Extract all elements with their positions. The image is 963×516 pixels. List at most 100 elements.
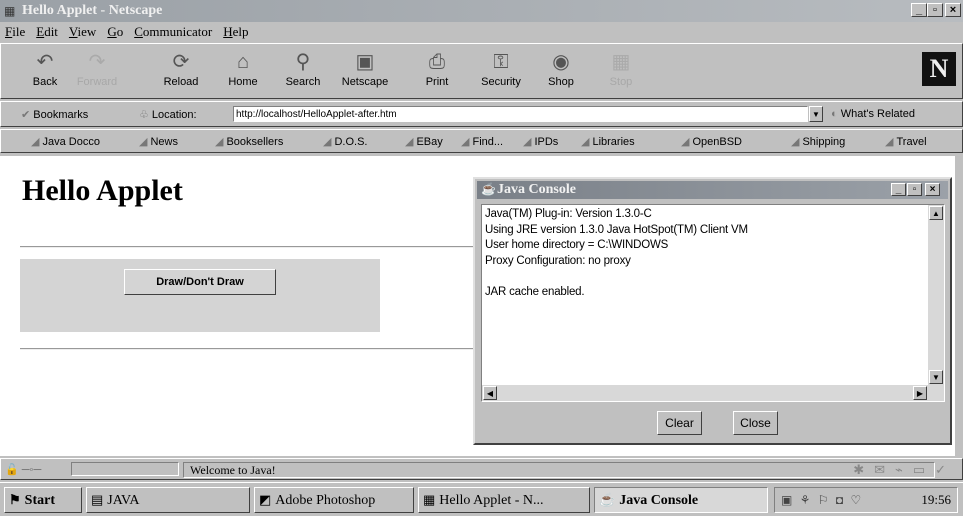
reload-button[interactable]: ⟳ Reload [155,48,207,96]
stop-label: Stop [609,76,633,88]
clear-button[interactable]: Clear [657,411,702,435]
back-button[interactable]: ↶ Back [19,48,71,96]
search-button[interactable]: ⚲ Search [277,48,329,96]
url-dropdown-button[interactable]: ▼ [809,106,823,122]
console-line: User home directory = C:\WINDOWS [485,239,669,252]
back-label: Back [32,76,58,88]
menu-view[interactable]: View [64,22,102,40]
close-button[interactable]: × [945,3,961,17]
bookmark-folder-icon: ◢ [139,136,148,148]
print-icon: ⎙ [429,51,445,73]
bookmark-folder-icon: ◢ [791,136,800,148]
applet-area[interactable]: Draw/Don't Draw [20,259,380,332]
personal-item[interactable]: ◢ Booksellers [215,135,283,148]
start-button[interactable]: ⚑ Start [4,487,82,513]
console-line: Using JRE version 1.3.0 Java HotSpot(TM)… [485,223,748,236]
photoshop-icon: ◩ [259,492,272,507]
personal-item[interactable]: ◢ Java Docco [31,135,100,148]
clock[interactable]: 19:56 [921,488,951,512]
bookmarks-button[interactable]: ✔ Bookmarks [21,108,88,121]
menu-file[interactable]: File [0,22,31,40]
personal-item[interactable]: ◢ News [139,135,178,148]
maximize-button[interactable]: ▫ [927,3,943,17]
netscape-logo[interactable]: N [922,52,956,86]
console-close-button[interactable]: × [925,183,940,196]
scroll-up-icon[interactable]: ▲ [929,206,943,220]
bookmark-folder-icon: ◢ [31,136,40,148]
personal-item-label: Find... [472,136,504,148]
menu-edit[interactable]: Edit [31,22,64,40]
taskbar-item-photoshop[interactable]: ◩ Adobe Photoshop [254,487,414,513]
forward-button[interactable]: ↷ Forward [71,48,123,96]
console-text: Java(TM) Plug-in: Version 1.3.0-C Using … [485,207,748,301]
stop-icon: ▦ [611,51,631,73]
scroll-right-icon[interactable]: ▶ [913,386,927,400]
home-button[interactable]: ⌂ Home [217,48,269,96]
security-button[interactable]: ⚿ Security [475,48,527,96]
bookmark-folder-icon: ◢ [461,136,470,148]
personal-item[interactable]: ◢ Travel [885,135,927,148]
bookmark-folder-icon: ◢ [581,136,590,148]
netscape-button[interactable]: ▣ Netscape [339,48,391,96]
console-line: Java(TM) Plug-in: Version 1.3.0-C [485,208,652,220]
console-horizontal-scrollbar[interactable]: ◀ ▶ [482,385,928,401]
whats-related-label: What's Related [840,108,915,120]
menu-communicator[interactable]: Communicator [129,22,218,40]
search-icon: ⚲ [295,51,311,73]
scroll-left-icon[interactable]: ◀ [483,386,497,400]
bookmark-folder-icon: ◢ [885,136,894,148]
console-vertical-scrollbar[interactable]: ▲ ▼ [928,205,944,401]
console-close-action-button[interactable]: Close [733,411,778,435]
console-output[interactable]: Java(TM) Plug-in: Version 1.3.0-C Using … [481,204,945,402]
personal-item[interactable]: ◢ EBay [405,135,443,148]
personal-item[interactable]: ◢ IPDs [523,135,558,148]
taskbar: ⚑ Start ▤ JAVA ◩ Adobe Photoshop ▦ Hello App… [0,482,963,516]
bookmark-icon: ✔ [21,109,34,121]
console-minimize-button[interactable]: _ [891,183,906,196]
personal-item-label: EBay [416,136,443,148]
print-button[interactable]: ⎙ Print [411,48,463,96]
stop-button[interactable]: ▦ Stop [595,48,647,96]
netscape-window-icon: ▦ [423,492,436,507]
menu-help[interactable]: Help [218,22,254,40]
progress-bar [71,462,179,476]
personal-item[interactable]: ◢ D.O.S. [323,135,367,148]
personal-item[interactable]: ◢ Shipping [791,135,845,148]
taskbar-item-java[interactable]: ▤ JAVA [86,487,250,513]
taskbar-item-hello-applet[interactable]: ▦ Hello Applet - N... [418,487,590,513]
bookmark-folder-icon: ◢ [405,136,414,148]
java-console-icon: ☕ [599,492,616,507]
system-tray: ▣ ⚘ ⚐ ◘ ♡ 19:56 [774,487,958,513]
personal-item-label: Libraries [592,136,635,148]
navigation-toolbar: ↶ Back ↷ Forward ⟳ Reload ⌂ Home ⚲ Search ▣ Ne… [0,43,963,99]
console-title-bar[interactable]: ☕ Java Console _ ▫ × [477,181,948,199]
security-lock-icon[interactable]: 🔓 ─◦─ [5,463,41,476]
personal-item[interactable]: ◢ Find... [461,135,503,148]
personal-item-label: OpenBSD [692,136,742,148]
scroll-down-icon[interactable]: ▼ [929,370,943,384]
menu-go[interactable]: Go [102,22,129,40]
home-label: Home [228,76,258,88]
home-icon: ⌂ [236,51,250,73]
start-label: Start [24,493,55,508]
whats-related-button[interactable]: ◐ What's Related [831,108,915,120]
window-title-bar[interactable]: ▦ Hello Applet - Netscape _ ▫ × [0,0,963,22]
taskbar-item-java-console[interactable]: ☕ Java Console [594,487,768,513]
console-maximize-button[interactable]: ▫ [907,183,922,196]
reload-icon: ⟳ [172,51,190,73]
tray-icons[interactable]: ▣ ⚘ ⚐ ◘ ♡ [781,488,863,512]
minimize-button[interactable]: _ [911,3,927,17]
personal-item-label: Travel [896,136,927,148]
personal-item[interactable]: ◢ OpenBSD [681,135,742,148]
whats-related-icon: ◐ [831,108,841,120]
url-input[interactable]: http://localhost/HelloApplet-after.htm [233,106,808,122]
bookmark-folder-icon: ◢ [323,136,332,148]
shop-button[interactable]: ◉ Shop [535,48,587,96]
personal-item[interactable]: ◢ Libraries [581,135,635,148]
location-label: ♧ Location: [139,108,197,121]
component-bar-icons[interactable]: ✱✉⌁▭✓ [853,462,956,478]
page-scrollbar[interactable] [955,156,963,456]
java-console-window[interactable]: ☕ Java Console _ ▫ × Java(TM) Plug-in: V… [473,177,952,445]
draw-toggle-button[interactable]: Draw/Don't Draw [124,269,276,295]
